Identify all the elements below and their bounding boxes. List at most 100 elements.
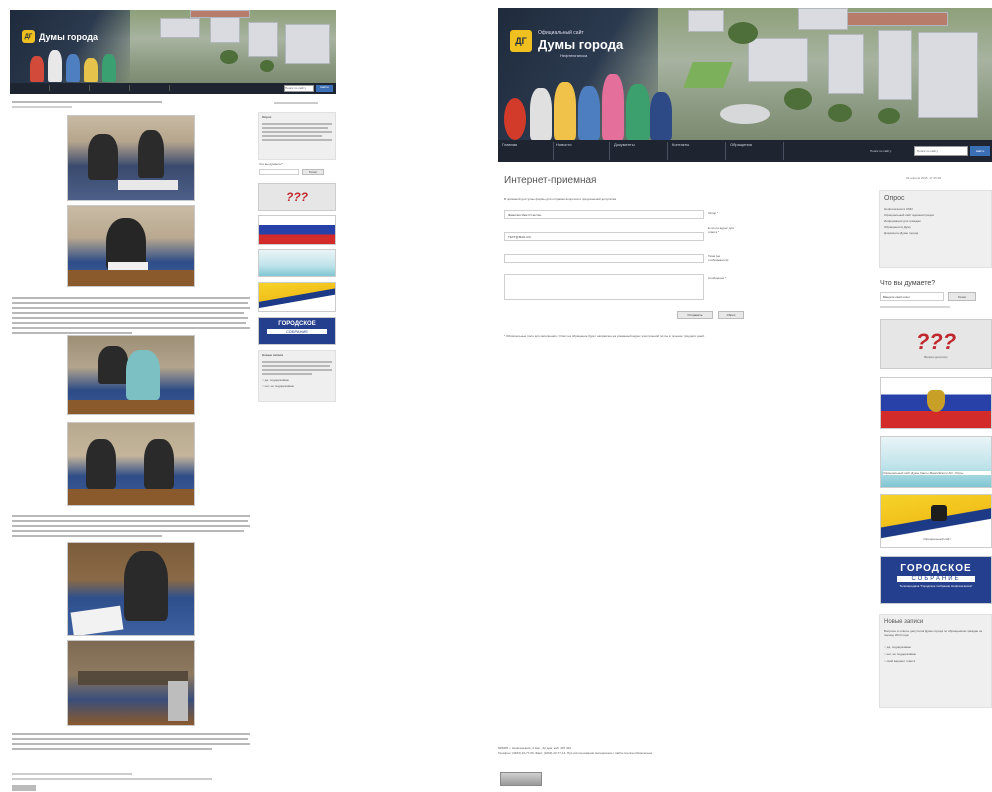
left-site-title: Думы города — [39, 32, 98, 42]
email-input[interactable]: TEXT@MAIL.RU — [504, 232, 704, 241]
ad-question-text: ??? — [915, 329, 957, 354]
poll-input[interactable]: Введите свой ответ — [880, 292, 944, 301]
ad-gold-banner[interactable]: Официальный сайт — [880, 494, 992, 548]
name-label: Автор * — [708, 211, 719, 215]
right-footer-line2: Телефон: (3463) 23-77-06, Факс: (3463) 2… — [498, 751, 653, 755]
left-poll-input[interactable] — [259, 169, 299, 175]
left-search-button[interactable]: Найти — [316, 85, 333, 92]
meeting-photo — [67, 422, 195, 506]
reset-button[interactable]: Сброс — [718, 311, 744, 319]
right-news-text: Вопросы и ответы депутатов Думы города п… — [884, 629, 983, 637]
left-search-input[interactable]: Поиск по сайту — [284, 85, 314, 92]
left-ad-duma-banner[interactable] — [258, 249, 336, 277]
left-footer — [12, 770, 212, 791]
meeting-photo — [67, 640, 195, 726]
left-news-title: Новые записи — [262, 353, 284, 357]
left-ad-question-text: ??? — [286, 190, 308, 204]
right-page-date: 03 апреля 2015, 17:45:36 — [906, 176, 941, 180]
left-date — [274, 99, 318, 107]
left-sidebar-block: Опрос — [258, 112, 336, 160]
subject-input[interactable] — [504, 254, 704, 263]
right-nav-item-2[interactable]: Новости — [556, 142, 610, 160]
meeting-photo — [67, 335, 195, 415]
meeting-photo — [67, 115, 195, 201]
left-nav-item[interactable] — [54, 85, 90, 91]
left-banner: ДГ Думы города — [10, 10, 336, 83]
left-radio-icon[interactable]: ○ — [262, 384, 264, 388]
right-nav-item-5[interactable]: Обращения — [730, 142, 784, 160]
ad-question-banner[interactable]: ??? Вопрос депутату — [880, 319, 992, 369]
right-logo-icon[interactable]: ДГ — [510, 30, 532, 52]
left-news-block: Новые записи ○ да, поддерживаю ○ нет, не… — [258, 350, 336, 402]
right-counter-icon[interactable] — [500, 772, 542, 786]
ad-city-line1: ГОРОДСКОЕ — [900, 563, 972, 574]
left-ad-city-banner[interactable]: ГОРОДСКОЕ СОБРАНИЕ — [258, 317, 336, 345]
left-poll-button[interactable]: Голос — [302, 169, 324, 175]
sidebar-link[interactable]: Официальный сайт администрации — [884, 213, 987, 217]
sidebar-link[interactable]: Информация для граждан — [884, 219, 987, 223]
left-radio-icon[interactable]: ○ — [262, 378, 264, 382]
left-nav-item[interactable] — [134, 85, 170, 91]
right-sidebar-title: Опрос — [884, 195, 905, 202]
left-ad-gold-banner[interactable] — [258, 282, 336, 312]
right-poll-title: Что вы думаете? — [880, 280, 936, 287]
right-search-button[interactable]: Найти — [970, 146, 990, 156]
left-radio-label: нет, не поддерживаю — [264, 384, 294, 388]
ad-gold-caption: Официальный сайт — [923, 537, 951, 541]
left-ad-question-banner[interactable]: ??? — [258, 183, 336, 211]
right-sidebar-links-block: Опрос Нефтеюганск в СМИ Официальный сайт… — [879, 190, 992, 268]
message-textarea[interactable] — [504, 274, 704, 300]
right-search-label: Поиск по сайту: — [870, 149, 892, 153]
right-banner: ДГ Официальный сайт Думы города Нефтеюга… — [498, 8, 992, 140]
left-ad-city-line1: ГОРОДСКОЕ — [278, 321, 316, 327]
right-search-input[interactable]: Поиск по сайту — [914, 146, 968, 156]
sidebar-link[interactable]: Обращения в Думу — [884, 225, 987, 229]
left-nav-item[interactable] — [14, 85, 50, 91]
sidebar-link[interactable]: Нефтеюганск в СМИ — [884, 207, 987, 211]
radio-label: нет, не поддерживаю — [886, 652, 916, 656]
ad-flag-banner[interactable] — [880, 377, 992, 429]
left-logo-icon[interactable]: ДГ — [22, 30, 35, 43]
bear-emblem-icon — [931, 505, 947, 521]
right-site-title: Думы города — [538, 37, 624, 52]
right-news-block: Новые записи Вопросы и ответы депутатов … — [879, 614, 992, 708]
left-article-paragraph — [12, 730, 252, 753]
form-note: * Обязательные поля для заполнения. Отве… — [504, 334, 705, 338]
left-counter-icon[interactable] — [12, 785, 36, 791]
right-footer-line1: 628305, г. Нефтеюганск, 2 мкр., 22 дом, … — [498, 746, 572, 750]
meeting-photo — [67, 205, 195, 287]
sidebar-link[interactable]: Документы Думы города — [884, 231, 987, 235]
ad-duma-banner[interactable]: Официальный сайт Думы Ханты-Мансийского … — [880, 436, 992, 488]
name-input[interactable]: Фамилия Имя Отчество — [504, 210, 704, 219]
right-navbar: Главная Новости Документы Контакты Обращ… — [498, 140, 992, 162]
subject-label: Тема (не отображается) — [708, 254, 729, 262]
coat-of-arms-icon — [927, 390, 945, 412]
left-navbar: Поиск по сайту Найти — [10, 83, 336, 94]
right-nav-item-3[interactable]: Документы — [614, 142, 668, 160]
meeting-photo — [67, 542, 195, 636]
right-intro-text: В приемной доступны формы для отправки в… — [504, 197, 617, 201]
left-ad-flag-banner[interactable] — [258, 215, 336, 245]
send-button[interactable]: Отправить — [677, 311, 713, 319]
radio-icon[interactable]: ○ — [884, 645, 886, 649]
right-news-title: Новые записи — [884, 619, 924, 625]
left-article-paragraph — [12, 512, 252, 540]
left-radio-label: да, поддерживаю — [264, 378, 289, 382]
left-breadcrumb — [12, 98, 162, 111]
poll-button[interactable]: Голос — [948, 292, 976, 301]
message-label: Сообщение * — [708, 276, 727, 280]
ad-city-banner[interactable]: ГОРОДСКОЕ СОБРАНИЕ Телепередача "Городск… — [880, 556, 992, 604]
left-nav-item[interactable] — [94, 85, 130, 91]
radio-icon[interactable]: ○ — [884, 659, 886, 663]
right-nav-item-4[interactable]: Контакты — [672, 142, 726, 160]
radio-icon[interactable]: ○ — [884, 652, 886, 656]
right-nav-item-1[interactable]: Главная — [502, 142, 554, 160]
radio-label: свой вариант ответа — [886, 659, 916, 663]
left-sidebar-title: Опрос — [262, 115, 272, 119]
ad-question-caption: Вопрос депутату — [924, 355, 948, 359]
left-ad-city-line2: СОБРАНИЕ — [267, 329, 327, 334]
right-logo-text: ДГ — [515, 36, 527, 46]
left-article-paragraph — [12, 294, 252, 337]
radio-label: да, поддерживаю — [886, 645, 911, 649]
right-site-sub2: Нефтеюганска — [560, 53, 588, 58]
